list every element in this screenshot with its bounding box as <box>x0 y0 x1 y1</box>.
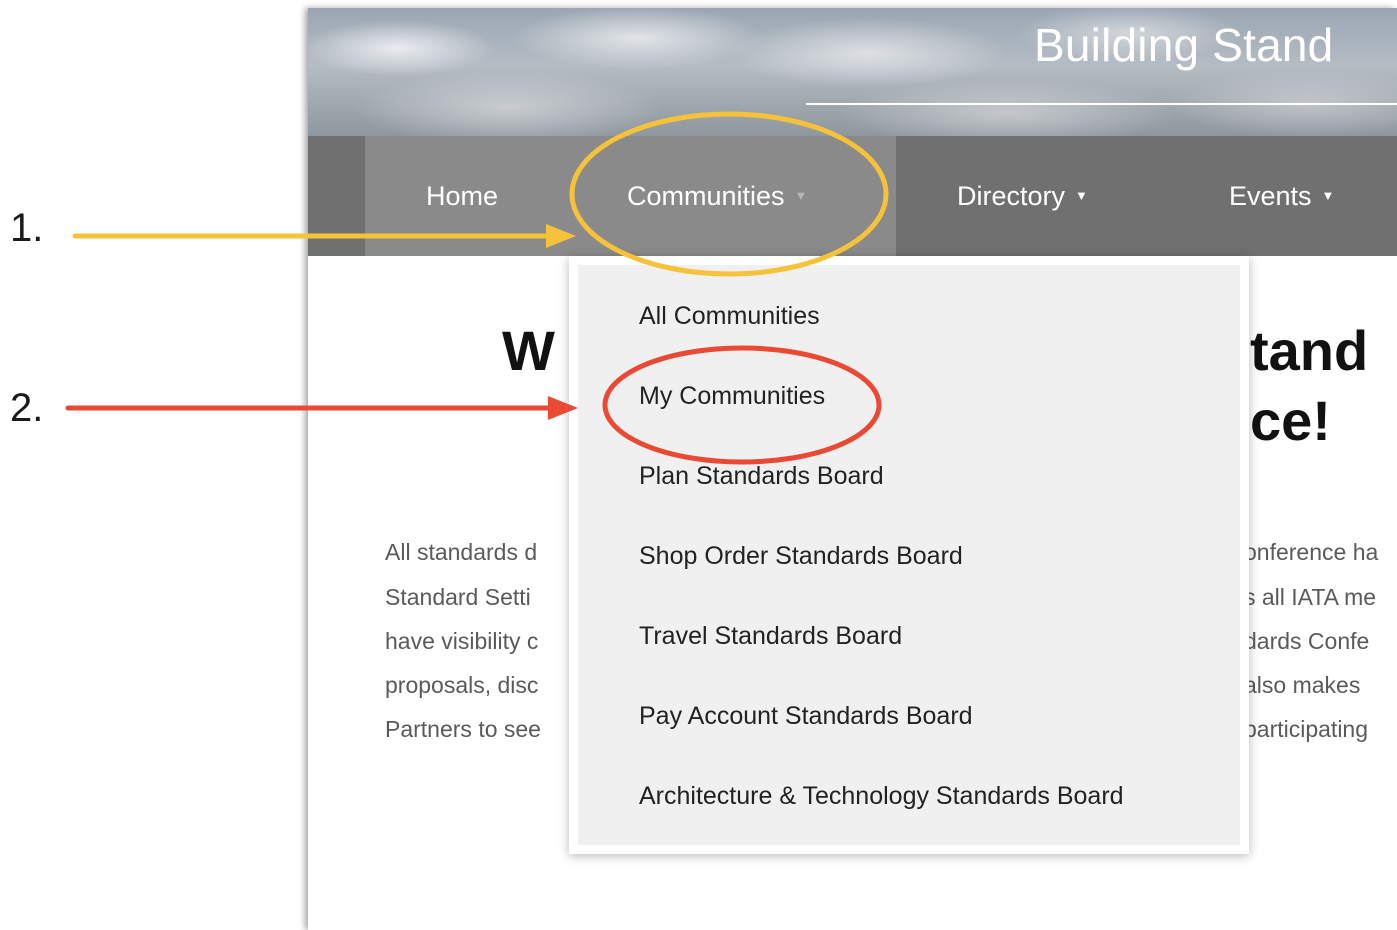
nav-communities-label: Communities <box>627 181 785 211</box>
site-title: Building Stand <box>1034 19 1334 71</box>
chevron-down-icon: ▼ <box>794 187 808 203</box>
nav-directory[interactable]: Directory ▼ <box>957 136 1088 256</box>
step-1-label: 1. <box>10 206 44 250</box>
intro-text-left: have visibility c <box>385 628 539 654</box>
nav-home-label: Home <box>426 181 499 211</box>
menu-item-architecture-technology-standards-board[interactable]: Architecture & Technology Standards Boar… <box>639 782 1124 811</box>
menu-item-plan-standards-board[interactable]: Plan Standards Board <box>639 462 884 491</box>
intro-text-right: also makes <box>1244 672 1361 698</box>
step-2-label: 2. <box>10 386 44 430</box>
intro-text-right: s all IATA me <box>1244 584 1377 610</box>
intro-text-left: All standards d <box>385 539 538 565</box>
main-nav: Home Communities ▼ Directory ▼ Events ▼ <box>308 136 1397 256</box>
menu-item-all-communities[interactable]: All Communities <box>639 302 820 331</box>
nav-events-label: Events <box>1229 181 1312 211</box>
nav-home[interactable]: Home <box>426 136 498 256</box>
nav-directory-label: Directory <box>957 181 1066 211</box>
nav-events[interactable]: Events ▼ <box>1229 136 1334 256</box>
chevron-down-icon: ▼ <box>1321 187 1335 203</box>
menu-item-my-communities[interactable]: My Communities <box>639 382 825 411</box>
page-heading-left: W <box>502 319 555 382</box>
intro-text-left: Standard Setti <box>385 584 531 610</box>
intro-text-left: proposals, disc <box>385 672 539 698</box>
header-banner: Building Stand <box>308 8 1397 136</box>
menu-item-pay-account-standards-board[interactable]: Pay Account Standards Board <box>639 702 973 731</box>
intro-text-right: participating <box>1244 716 1369 742</box>
dropdown-panel: All Communities My Communities Plan Stan… <box>578 265 1240 845</box>
menu-item-travel-standards-board[interactable]: Travel Standards Board <box>639 622 902 651</box>
communities-dropdown-menu: All Communities My Communities Plan Stan… <box>569 256 1249 854</box>
intro-text-right: onference ha <box>1244 539 1379 565</box>
title-divider <box>806 103 1397 105</box>
nav-communities[interactable]: Communities ▼ <box>627 136 807 256</box>
intro-text-left: Partners to see <box>385 716 541 742</box>
chevron-down-icon: ▼ <box>1075 187 1088 203</box>
menu-item-shop-order-standards-board[interactable]: Shop Order Standards Board <box>639 542 963 571</box>
page-heading-right-2: ce! <box>1250 389 1331 452</box>
intro-text-right: dards Confe <box>1244 628 1370 654</box>
page-heading-right-1: tand <box>1250 319 1369 382</box>
